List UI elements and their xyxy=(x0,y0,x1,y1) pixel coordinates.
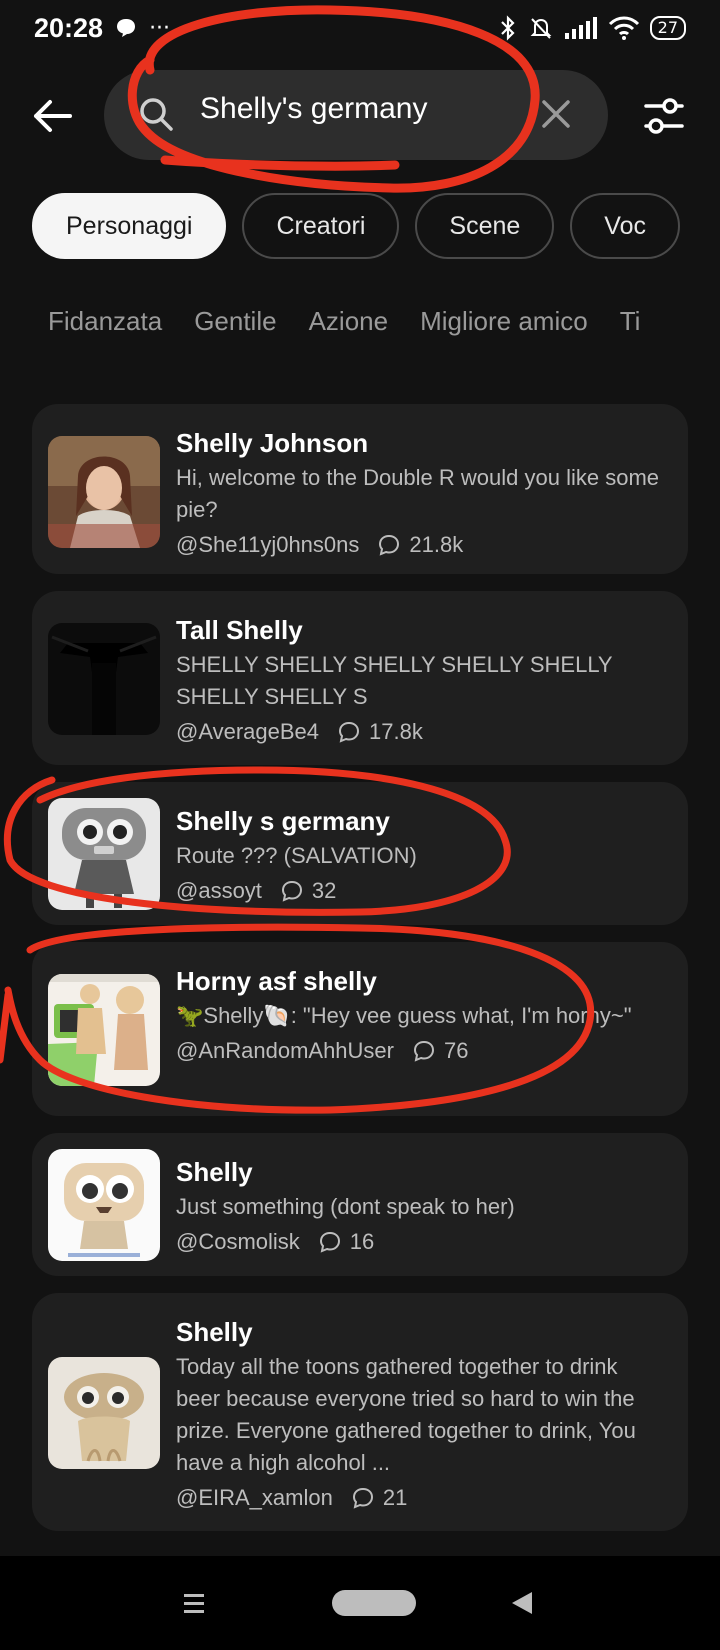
card-meta: @She11yj0hns0ns 21.8k xyxy=(176,532,664,558)
avatar xyxy=(48,1149,160,1261)
chat-icon xyxy=(281,880,302,902)
avatar xyxy=(48,436,160,548)
category-gentile[interactable]: Gentile xyxy=(194,306,276,346)
card-description: Hi, welcome to the Double R would you li… xyxy=(176,465,660,522)
card-chat-count: 17.8k xyxy=(369,719,423,744)
menu-icon[interactable] xyxy=(182,1591,206,1615)
tab-personaggi[interactable]: Personaggi xyxy=(32,193,227,259)
clear-icon[interactable] xyxy=(538,96,574,132)
card-meta: @EIRA_xamlon 21 xyxy=(176,1485,664,1511)
search-header: Shelly's germany xyxy=(0,70,720,164)
wifi-icon xyxy=(608,16,639,40)
card-meta: @Cosmolisk 16 xyxy=(176,1229,664,1255)
battery-indicator: 27 xyxy=(649,16,686,40)
category-migliore-amico[interactable]: Migliore amico xyxy=(420,306,588,346)
tab-voci[interactable]: Voc xyxy=(570,193,680,259)
card-author: @assoyt xyxy=(176,878,262,903)
category-ti[interactable]: Ti xyxy=(620,306,641,346)
card-title: Shelly xyxy=(176,1157,253,1187)
status-time: 20:28 xyxy=(34,12,104,43)
card-title: Shelly Johnson xyxy=(176,428,369,458)
tab-creatori[interactable]: Creatori xyxy=(242,193,400,259)
card-title: Horny asf shelly xyxy=(176,966,377,996)
card-chat-count: 21.8k xyxy=(409,532,464,557)
bluetooth-icon xyxy=(500,15,515,41)
card-meta: @AnRandomAhhUser 76 xyxy=(176,1038,664,1064)
chat-icon xyxy=(319,1231,340,1253)
character-card[interactable]: Tall Shelly SHELLY SHELLY SHELLY SHELLY … xyxy=(32,591,688,765)
character-card[interactable]: Shelly Johnson Hi, welcome to the Double… xyxy=(32,404,688,574)
chat-icon xyxy=(339,721,360,743)
character-card[interactable]: Shelly Today all the toons gathered toge… xyxy=(32,1293,688,1531)
search-type-tabs: Personaggi Creatori Scene Voc xyxy=(32,193,688,261)
card-description: Just something (dont speak to her) xyxy=(176,1194,515,1219)
card-chat-count: 76 xyxy=(444,1038,469,1063)
home-pill-icon[interactable] xyxy=(332,1590,416,1616)
search-input[interactable]: Shelly's germany xyxy=(200,92,428,126)
character-card[interactable]: Horny asf shelly 🦖Shelly🐚: "Hey vee gues… xyxy=(32,942,688,1116)
card-author: @Cosmolisk xyxy=(176,1229,300,1254)
chat-icon xyxy=(352,1487,373,1509)
avatar xyxy=(48,1357,160,1469)
card-author: @She11yj0hns0ns xyxy=(176,532,360,557)
card-description: 🦖Shelly🐚: "Hey vee guess what, I'm horny… xyxy=(176,1003,632,1028)
avatar xyxy=(48,798,160,910)
search-field[interactable]: Shelly's germany xyxy=(104,70,608,160)
card-meta: @AverageBe4 17.8k xyxy=(176,719,664,745)
chat-notification-icon xyxy=(117,19,136,37)
search-icon xyxy=(140,98,173,131)
back-arrow-icon[interactable] xyxy=(30,94,74,138)
avatar xyxy=(48,974,160,1086)
character-card[interactable]: Shelly Just something (dont speak to her… xyxy=(32,1133,688,1276)
back-triangle-icon[interactable] xyxy=(510,1590,534,1616)
card-author: @AverageBe4 xyxy=(176,719,320,744)
category-fidanzata[interactable]: Fidanzata xyxy=(48,306,162,346)
category-filters: Fidanzata Gentile Azione Migliore amico … xyxy=(48,306,688,346)
card-description: Today all the toons gathered together to… xyxy=(176,1354,636,1475)
character-card[interactable]: Shelly s germany Route ??? (SALVATION) @… xyxy=(32,782,688,925)
status-bar: 20:28 ··· 27 xyxy=(0,0,720,56)
card-description: Route ??? (SALVATION) xyxy=(176,843,417,868)
card-title: Shelly xyxy=(176,1317,253,1347)
results-list: Shelly Johnson Hi, welcome to the Double… xyxy=(32,404,688,1548)
card-title: Shelly s germany xyxy=(176,806,390,836)
card-author: @EIRA_xamlon xyxy=(176,1485,333,1510)
chat-icon xyxy=(413,1040,435,1062)
system-navigation-bar xyxy=(0,1556,720,1650)
card-description: SHELLY SHELLY SHELLY SHELLY SHELLY SHELL… xyxy=(176,652,613,709)
tab-scene[interactable]: Scene xyxy=(415,193,555,259)
card-chat-count: 21 xyxy=(382,1485,408,1510)
avatar xyxy=(48,623,160,735)
more-notifications-icon: ··· xyxy=(149,15,171,41)
card-chat-count: 16 xyxy=(349,1229,375,1254)
card-author: @AnRandomAhhUser xyxy=(176,1038,394,1063)
filter-icon[interactable] xyxy=(640,92,688,140)
mute-bell-icon xyxy=(530,18,552,39)
card-title: Tall Shelly xyxy=(176,615,303,645)
category-azione[interactable]: Azione xyxy=(309,306,389,346)
chat-icon xyxy=(379,534,400,556)
card-chat-count: 32 xyxy=(311,878,337,903)
card-meta: @assoyt 32 xyxy=(176,878,664,904)
signal-icon xyxy=(564,17,597,39)
